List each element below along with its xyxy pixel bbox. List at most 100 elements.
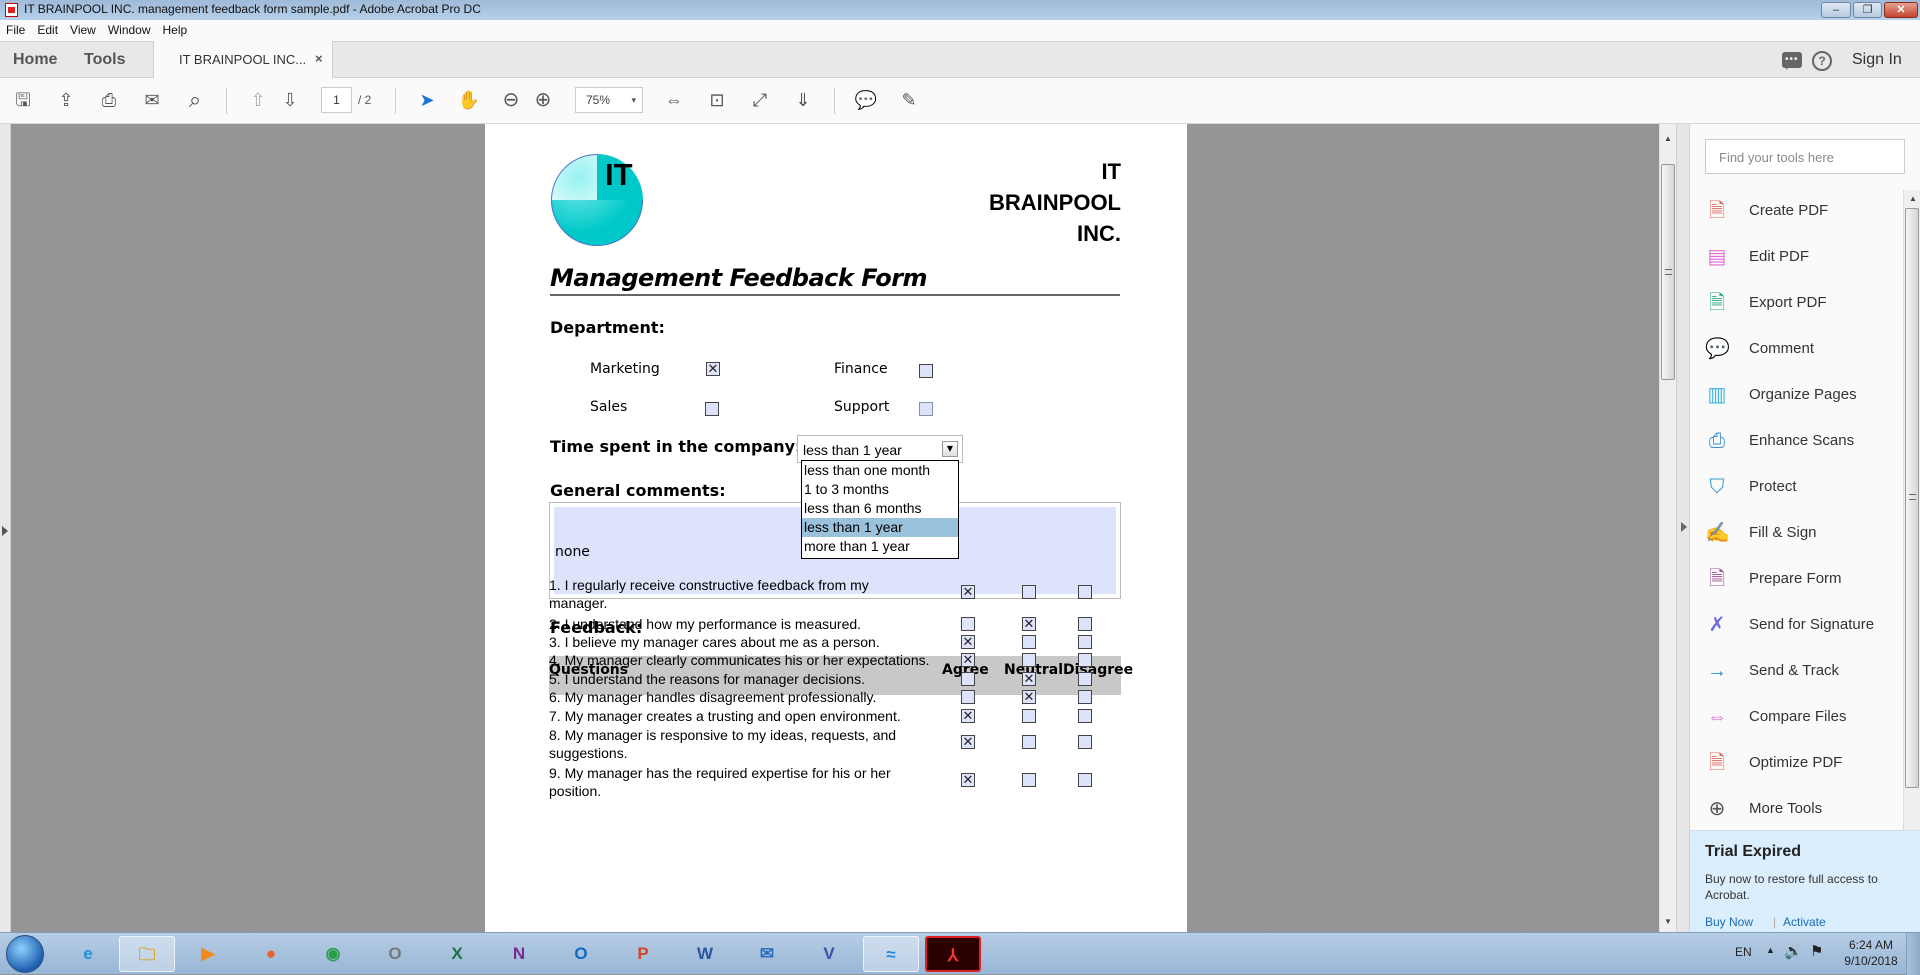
menu-window[interactable]: Window [102,20,157,37]
taskbar-word-icon[interactable]: W [677,936,733,972]
buy-now-link[interactable]: Buy Now [1705,915,1753,929]
tool-compare-files[interactable]: ⇔ Compare Files [1705,697,1900,735]
question-4-agree-checkbox[interactable]: ✕ [961,653,975,667]
page-down-icon[interactable]: ⇩ [278,88,302,112]
tool-export-pdf[interactable]: 🗎 Export PDF [1705,283,1900,321]
email-icon[interactable]: ✉ [140,88,164,112]
question-8-disagree-checkbox[interactable] [1078,735,1092,749]
question-6-disagree-checkbox[interactable] [1078,690,1092,704]
print-icon[interactable]: ⎙ [97,88,121,112]
scroll-up-icon[interactable]: ▲ [1909,194,1917,203]
right-pane-toggle[interactable] [1676,124,1690,932]
document-scrollbar[interactable]: ▲ ▼ [1659,124,1676,932]
tool-organize-pages[interactable]: ▥ Organize Pages [1705,375,1900,413]
start-button[interactable] [6,935,44,973]
question-7-neutral-checkbox[interactable] [1022,709,1036,723]
tool-edit-pdf[interactable]: ▤ Edit PDF [1705,237,1900,275]
question-2-disagree-checkbox[interactable] [1078,617,1092,631]
minimize-button[interactable]: – [1821,2,1851,18]
scroll-thumb[interactable] [1905,208,1919,788]
left-pane-toggle[interactable] [0,124,11,932]
fit-page-icon[interactable]: ⊡ [705,88,729,112]
question-7-disagree-checkbox[interactable] [1078,709,1092,723]
scroll-down-icon[interactable]: ▼ [1664,917,1672,926]
fit-width-icon[interactable]: ⇔ [662,88,686,112]
question-5-neutral-checkbox[interactable]: ✕ [1022,672,1036,686]
highlight-pen-icon[interactable]: ✎ [897,88,921,112]
tool-more-tools[interactable]: ⊕ More Tools [1705,789,1900,827]
question-1-disagree-checkbox[interactable] [1078,585,1092,599]
page-up-icon[interactable]: ⇧ [246,88,270,112]
help-icon[interactable]: ? [1812,51,1832,71]
taskbar-media-player-icon[interactable]: ▶ [180,936,236,972]
question-4-disagree-checkbox[interactable] [1078,653,1092,667]
menu-help[interactable]: Help [157,20,194,37]
tab-tools[interactable]: Tools [84,51,125,69]
department-sales-checkbox[interactable] [705,402,719,416]
cloud-upload-icon[interactable]: ⇪ [54,88,78,112]
taskbar-chrome-icon[interactable]: ◉ [305,936,361,972]
question-3-neutral-checkbox[interactable] [1022,635,1036,649]
feedback-comment-icon[interactable]: ••• [1782,52,1802,70]
question-8-agree-checkbox[interactable]: ✕ [961,735,975,749]
question-5-agree-checkbox[interactable] [961,672,975,686]
question-9-disagree-checkbox[interactable] [1078,773,1092,787]
question-8-neutral-checkbox[interactable] [1022,735,1036,749]
department-finance-checkbox[interactable] [919,364,933,378]
hand-tool-icon[interactable]: ✋ [457,88,481,112]
department-marketing-checkbox[interactable]: ✕ [706,362,720,376]
question-3-agree-checkbox[interactable]: ✕ [961,635,975,649]
restore-button[interactable]: ❐ [1853,2,1882,18]
taskbar-openoffice-icon[interactable]: ≈ [863,936,919,972]
time-option[interactable]: less than one month [802,461,958,480]
clock[interactable]: 6:24 AM 9/10/2018 [1838,937,1904,969]
comment-icon[interactable]: 💬 [854,88,878,112]
taskbar-opera-icon[interactable]: O [367,936,423,972]
taskbar-visio-icon[interactable]: V [801,936,857,972]
time-option[interactable]: less than 1 year [802,518,958,537]
menu-file[interactable]: File [0,20,31,37]
time-spent-select[interactable]: less than 1 year ▼ [797,435,963,463]
tool-send-track[interactable]: → Send & Track [1705,651,1900,689]
taskbar-onenote-icon[interactable]: N [491,936,547,972]
show-desktop-button[interactable] [1906,933,1920,975]
question-2-neutral-checkbox[interactable]: ✕ [1022,617,1036,631]
tool-fill-sign[interactable]: ✍ Fill & Sign [1705,513,1900,551]
question-3-disagree-checkbox[interactable] [1078,635,1092,649]
question-9-neutral-checkbox[interactable] [1022,773,1036,787]
taskbar-internet-explorer-icon[interactable]: e [60,936,116,972]
scroll-thumb[interactable] [1661,164,1675,380]
full-screen-icon[interactable]: ⤢ [748,88,772,112]
question-1-agree-checkbox[interactable]: ✕ [961,585,975,599]
tool-create-pdf[interactable]: 🗎 Create PDF [1705,191,1900,229]
scroll-up-icon[interactable]: ▲ [1664,134,1672,143]
volume-icon[interactable]: 🔊 [1784,942,1803,960]
taskbar-thunderbird-icon[interactable]: ✉ [739,936,795,972]
dropdown-arrow-icon[interactable]: ▼ [942,441,958,457]
menu-edit[interactable]: Edit [31,20,64,37]
sign-in-link[interactable]: Sign In [1852,51,1902,69]
tools-search-input[interactable]: Find your tools here [1705,139,1905,174]
question-4-neutral-checkbox[interactable] [1022,653,1036,667]
time-option[interactable]: 1 to 3 months [802,480,958,499]
select-cursor-icon[interactable]: ➤ [415,88,439,112]
time-option[interactable]: more than 1 year [802,537,958,556]
taskbar-file-explorer-icon[interactable]: 🗀 [119,936,175,972]
tool-enhance-scans[interactable]: ⎙ Enhance Scans [1705,421,1900,459]
tool-prepare-form[interactable]: 🗎 Prepare Form [1705,559,1900,597]
search-icon[interactable]: ⌕ [183,88,207,112]
tool-protect[interactable]: ⛉ Protect [1705,467,1900,505]
taskbar-excel-icon[interactable]: X [429,936,485,972]
question-6-agree-checkbox[interactable] [961,690,975,704]
read-mode-icon[interactable]: ⇓ [791,88,815,112]
show-hidden-icons-icon[interactable]: ▲ [1766,945,1775,955]
zoom-in-icon[interactable]: ⊕ [531,88,555,112]
save-icon[interactable]: 🖫 [11,88,35,112]
taskbar-firefox-icon[interactable]: ● [243,936,299,972]
menu-view[interactable]: View [64,20,102,37]
activate-link[interactable]: Activate [1783,915,1826,929]
question-5-disagree-checkbox[interactable] [1078,672,1092,686]
question-9-agree-checkbox[interactable]: ✕ [961,773,975,787]
page-number-input[interactable]: 1 [321,87,352,113]
tool-send-for-signature[interactable]: ✗ Send for Signature [1705,605,1900,643]
